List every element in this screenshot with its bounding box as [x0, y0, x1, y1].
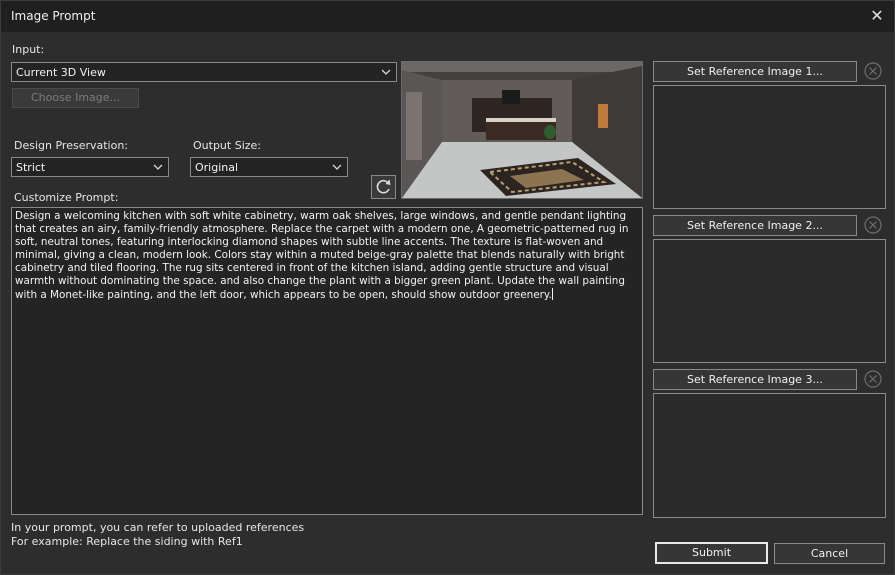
input-select[interactable]: Current 3D View: [11, 62, 397, 82]
refresh-preview-button[interactable]: [371, 175, 396, 199]
output-size-select[interactable]: Original: [190, 157, 348, 177]
design-preservation-value: Strict: [16, 161, 46, 174]
input-select-value: Current 3D View: [16, 66, 106, 79]
hint-line-2: For example: Replace the siding with Ref…: [11, 535, 243, 548]
design-preservation-select[interactable]: Strict: [11, 157, 169, 177]
clear-circle-icon[interactable]: [863, 369, 883, 389]
chevron-down-icon: [381, 69, 391, 75]
clear-circle-icon[interactable]: [863, 215, 883, 235]
customize-prompt-label: Customize Prompt:: [14, 191, 119, 204]
image-prompt-dialog: Image Prompt ✕ Input: Current 3D View Ch…: [0, 0, 895, 575]
clear-circle-icon[interactable]: [863, 61, 883, 81]
choose-image-button[interactable]: Choose Image...: [12, 88, 139, 108]
kitchen-render-thumbnail: [402, 62, 642, 198]
input-label: Input:: [12, 43, 45, 56]
set-reference-image-1-button[interactable]: Set Reference Image 1...: [653, 61, 857, 82]
output-size-label: Output Size:: [193, 139, 261, 152]
reference-image-2-panel: [653, 239, 886, 363]
reference-image-3-panel: [653, 393, 886, 518]
cancel-button[interactable]: Cancel: [774, 543, 885, 564]
refresh-icon: [376, 179, 391, 194]
set-reference-image-3-button[interactable]: Set Reference Image 3...: [653, 369, 857, 390]
window-title: Image Prompt: [11, 9, 96, 23]
chevron-down-icon: [332, 164, 342, 170]
text-caret: [551, 288, 553, 300]
view-preview-image: [401, 61, 643, 199]
hint-line-1: In your prompt, you can refer to uploade…: [11, 521, 305, 534]
output-size-value: Original: [195, 161, 239, 174]
close-icon[interactable]: ✕: [866, 5, 888, 27]
title-bar: Image Prompt ✕: [1, 1, 894, 32]
prompt-text: Design a welcoming kitchen with soft whi…: [15, 210, 629, 301]
reference-image-1-panel: [653, 85, 886, 209]
submit-button[interactable]: Submit: [655, 542, 768, 564]
prompt-textarea[interactable]: Design a welcoming kitchen with soft whi…: [11, 207, 643, 515]
set-reference-image-2-button[interactable]: Set Reference Image 2...: [653, 215, 857, 236]
design-preservation-label: Design Preservation:: [14, 139, 129, 152]
chevron-down-icon: [153, 164, 163, 170]
